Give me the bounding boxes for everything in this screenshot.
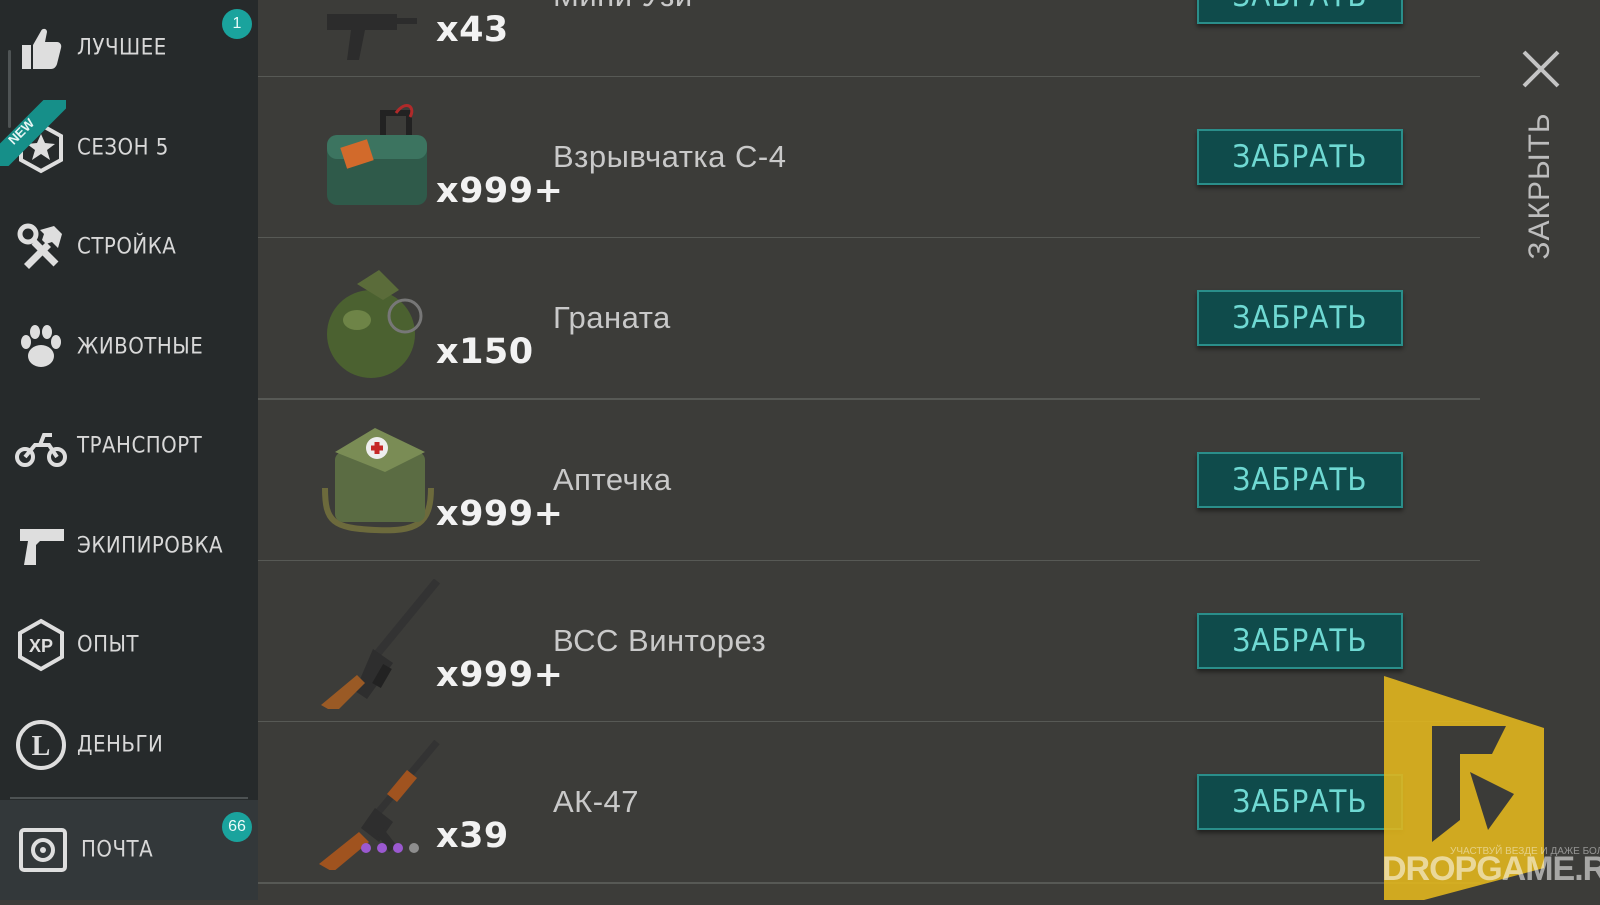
motorcycle-icon [14, 419, 68, 473]
coin-icon: L [14, 718, 68, 772]
close-label[interactable]: ЗАКРЫТЬ [1523, 112, 1557, 259]
rarity-dots [361, 840, 425, 858]
item-name: АК-47 [553, 784, 640, 819]
sidebar: ЛУЧШЕЕ 1 СЕЗОН 5 NEW СТРОЙКА ЖИВОТНЫЕ ТР… [0, 0, 258, 900]
sidebar-item-experience[interactable]: XP ОПЫТ [0, 605, 258, 685]
list-item: x999+ ВСС Винторез ЗАБРАТЬ [258, 561, 1480, 723]
reward-list[interactable]: x43 Мини Узи ЗАБРАТЬ x999+ Взрывчатка С-… [258, 0, 1480, 900]
best-count-badge: 1 [222, 9, 252, 39]
list-item: x999+ Аптечка ЗАБРАТЬ [258, 400, 1480, 562]
mail-safe-icon [16, 823, 70, 877]
sidebar-item-label: СЕЗОН 5 [77, 135, 169, 161]
sidebar-item-label: ЭКИПИРОВКА [77, 533, 224, 559]
claim-button[interactable]: ЗАБРАТЬ [1197, 129, 1403, 185]
item-name: Граната [553, 300, 671, 335]
sidebar-item-animals[interactable]: ЖИВОТНЫЕ [0, 307, 258, 387]
sidebar-item-label: ТРАНСПОРТ [77, 433, 203, 459]
pistol-icon [14, 519, 68, 573]
mini-uzi-icon [313, 0, 443, 64]
sidebar-item-label: ОПЫТ [77, 632, 140, 658]
close-icon[interactable] [1520, 48, 1562, 90]
claim-button[interactable]: ЗАБРАТЬ [1197, 290, 1403, 346]
list-item: x39 АК-47 ЗАБРАТЬ [258, 722, 1480, 884]
sidebar-item-equipment[interactable]: ЭКИПИРОВКА [0, 506, 258, 586]
item-quantity: x999+ [436, 171, 564, 211]
sidebar-item-label: ДЕНЬГИ [77, 732, 164, 758]
xp-icon: XP [14, 618, 68, 672]
item-quantity: x999+ [436, 655, 564, 695]
vss-rifle-icon [313, 579, 443, 709]
sidebar-item-best[interactable]: ЛУЧШЕЕ [0, 8, 258, 88]
svg-text:XP: XP [29, 636, 53, 656]
rarity-dot [377, 843, 387, 853]
item-name: Мини Узи [553, 0, 693, 14]
sidebar-item-label: ПОЧТА [81, 837, 154, 863]
sidebar-item-construction[interactable]: СТРОЙКА [0, 207, 258, 287]
svg-text:L: L [32, 731, 51, 762]
item-name: Взрывчатка С-4 [553, 139, 787, 174]
list-item: x150 Граната ЗАБРАТЬ [258, 238, 1480, 400]
list-item: x999+ Взрывчатка С-4 ЗАБРАТЬ [258, 77, 1480, 239]
sidebar-divider [10, 797, 248, 799]
sidebar-item-mail[interactable]: ПОЧТА [0, 800, 258, 900]
claim-button[interactable]: ЗАБРАТЬ [1197, 613, 1403, 669]
claim-button[interactable]: ЗАБРАТЬ [1197, 0, 1403, 24]
thumbs-up-icon [14, 21, 68, 75]
sidebar-item-transport[interactable]: ТРАНСПОРТ [0, 406, 258, 486]
medkit-icon [313, 418, 443, 548]
c4-explosive-icon [313, 95, 443, 225]
sidebar-item-label: ЛУЧШЕЕ [77, 35, 167, 61]
item-name: ВСС Винторез [553, 623, 767, 658]
grenade-icon [313, 256, 443, 386]
new-ribbon: NEW [0, 100, 66, 166]
item-quantity: x43 [436, 10, 509, 50]
rarity-dot [409, 843, 419, 853]
rarity-dot [361, 843, 371, 853]
sidebar-item-money[interactable]: L ДЕНЬГИ [0, 705, 258, 785]
item-quantity: x999+ [436, 494, 564, 534]
mail-count-badge: 66 [222, 812, 252, 842]
watermark-text: DROPGAME.RU [1382, 850, 1600, 888]
claim-button[interactable]: ЗАБРАТЬ [1197, 452, 1403, 508]
item-quantity: x150 [436, 332, 534, 372]
item-name: Аптечка [553, 462, 672, 497]
claim-button[interactable]: ЗАБРАТЬ [1197, 774, 1403, 830]
sidebar-item-label: ЖИВОТНЫЕ [77, 334, 204, 360]
rarity-dot [393, 843, 403, 853]
sidebar-item-label: СТРОЙКА [77, 234, 177, 260]
item-quantity: x39 [436, 816, 509, 856]
list-item: x43 Мини Узи ЗАБРАТЬ [258, 0, 1480, 78]
paw-icon [14, 320, 68, 374]
hammer-wrench-icon [14, 220, 68, 274]
